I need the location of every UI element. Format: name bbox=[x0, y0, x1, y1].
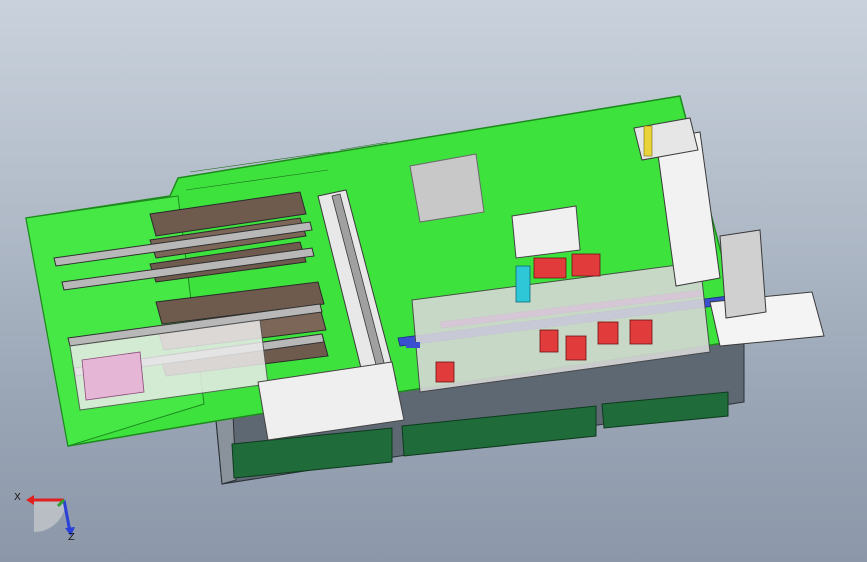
blue-handle bbox=[406, 342, 420, 348]
orientation-triad: X Z bbox=[14, 488, 84, 548]
cad-viewport[interactable]: X Z bbox=[0, 0, 867, 562]
right-side-mechanism bbox=[719, 229, 767, 319]
triad-z-axis bbox=[62, 499, 72, 533]
yellow-bracket bbox=[643, 125, 653, 157]
triad-x-label: X bbox=[14, 492, 21, 503]
triad-x-arrow bbox=[26, 495, 34, 505]
machine-assembly-model[interactable] bbox=[0, 0, 867, 562]
grey-pad bbox=[409, 153, 485, 223]
cyan-block bbox=[515, 265, 531, 303]
pink-panel bbox=[81, 351, 145, 401]
triad-z-label: Z bbox=[68, 532, 75, 543]
